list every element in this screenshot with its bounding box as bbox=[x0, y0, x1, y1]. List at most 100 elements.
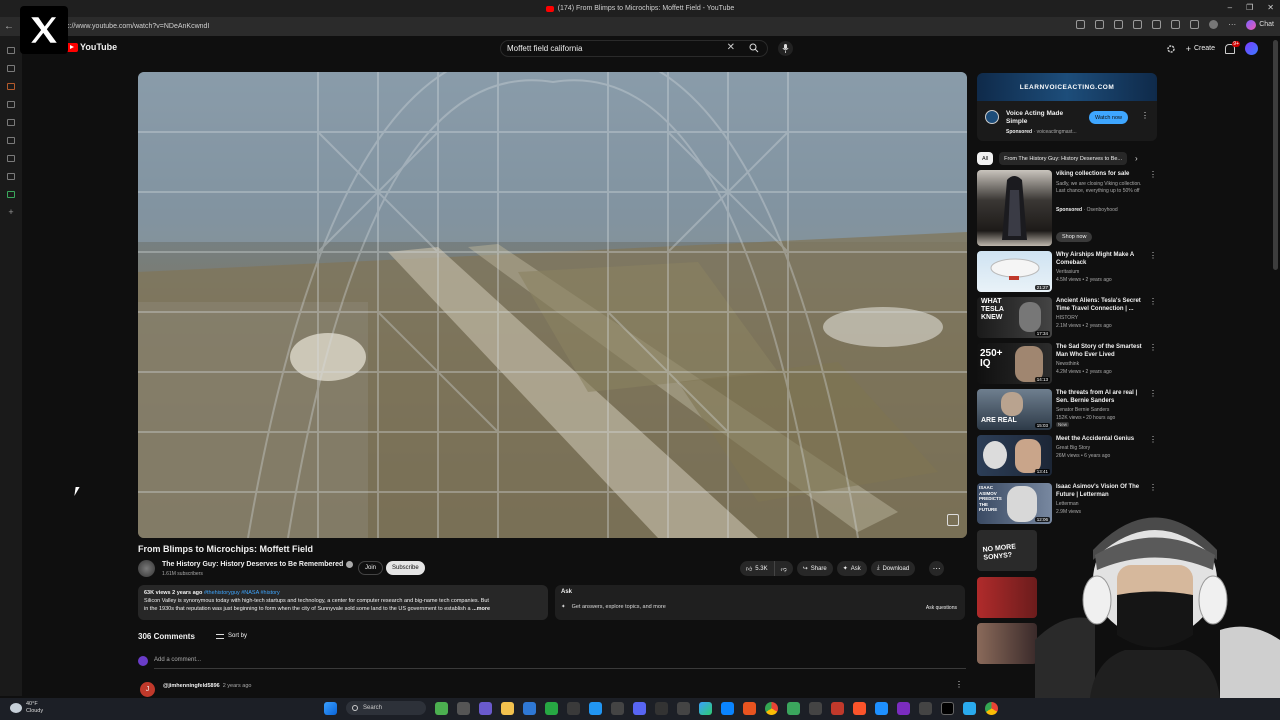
recommendation-item[interactable]: 13:41 Meet the Accidental Genius Great B… bbox=[977, 435, 1157, 479]
opera-icon[interactable] bbox=[831, 701, 844, 715]
rec-thumbnail[interactable]: WHAT TESLA KNEW 17:34 bbox=[977, 297, 1052, 338]
reader-icon[interactable] bbox=[1095, 20, 1105, 29]
app-icon[interactable] bbox=[875, 701, 888, 715]
create-button[interactable]: + Create bbox=[1186, 44, 1215, 54]
recommendation-item[interactable]: ARE REAL 15:03 The threats from AI are r… bbox=[977, 389, 1157, 433]
file-explorer-icon[interactable] bbox=[501, 701, 514, 715]
profile-icon[interactable] bbox=[1209, 20, 1219, 29]
channel-avatar[interactable] bbox=[138, 560, 155, 577]
rec-channel[interactable]: Letterman bbox=[1056, 501, 1079, 507]
download-button[interactable]: ⤓ Download bbox=[870, 561, 916, 576]
rec-channel[interactable]: Veritasium bbox=[1056, 269, 1079, 275]
app-icon[interactable] bbox=[1076, 20, 1086, 29]
copilot-chat-button[interactable]: Chat bbox=[1246, 19, 1274, 30]
rec-title[interactable]: Isaac Asimov's Vision Of The Future | Le… bbox=[1056, 483, 1144, 499]
rec-thumbnail[interactable]: NO MORE SONYS? bbox=[977, 530, 1037, 571]
rec-title[interactable]: Why Airships Might Make A Comeback bbox=[1056, 251, 1144, 267]
commenter-avatar[interactable]: J bbox=[140, 682, 155, 697]
chrome-icon[interactable] bbox=[985, 701, 998, 715]
teams-icon[interactable] bbox=[479, 701, 492, 715]
edge-icon[interactable] bbox=[699, 701, 712, 715]
recommendation-item[interactable] bbox=[977, 623, 1037, 667]
sponsored-ad[interactable]: LEARNVOICEACTING.COM Voice Acting Made S… bbox=[977, 73, 1157, 141]
rec-channel[interactable]: Great Big Story bbox=[1056, 445, 1090, 451]
ask-button[interactable]: ✦ Ask bbox=[836, 561, 867, 576]
x-app-icon[interactable] bbox=[941, 701, 954, 715]
ad-banner[interactable]: LEARNVOICEACTING.COM bbox=[977, 73, 1157, 101]
show-more-link[interactable]: ...more bbox=[472, 606, 490, 612]
account-avatar[interactable] bbox=[1245, 42, 1258, 55]
sidebar-app-icon[interactable] bbox=[7, 137, 15, 144]
voice-search-button[interactable] bbox=[778, 41, 793, 56]
ask-questions-button[interactable]: Ask questions bbox=[926, 605, 957, 611]
youtube-logo[interactable]: YouTube bbox=[66, 42, 117, 52]
rec-title[interactable]: The Sad Story of the Smartest Man Who Ev… bbox=[1056, 343, 1144, 359]
maximize-button[interactable]: ❐ bbox=[1246, 3, 1253, 12]
pin-icon[interactable] bbox=[1171, 20, 1181, 29]
app-icon[interactable] bbox=[787, 701, 800, 715]
recommendation-item[interactable]: 250+ IQ 14:13 The Sad Story of the Smart… bbox=[977, 343, 1157, 387]
sidebar-app-icon[interactable] bbox=[7, 65, 15, 72]
rec-thumbnail[interactable]: 13:41 bbox=[977, 435, 1052, 476]
clear-search-icon[interactable]: ✕ bbox=[727, 42, 735, 53]
video-player[interactable] bbox=[138, 72, 967, 538]
tabs-icon[interactable] bbox=[7, 47, 15, 54]
ad-title[interactable]: Voice Acting Made Simple bbox=[1006, 110, 1086, 126]
rec-thumbnail[interactable] bbox=[977, 577, 1037, 618]
gear-icon[interactable] bbox=[1166, 44, 1176, 54]
share-button[interactable]: ↪ Share bbox=[796, 561, 833, 576]
search-icon[interactable] bbox=[749, 43, 759, 53]
channel-name[interactable]: The History Guy: History Deserves to Be … bbox=[162, 561, 354, 568]
minimize-button[interactable]: – bbox=[1228, 3, 1232, 12]
rec-options-icon[interactable]: ⋮ bbox=[1149, 297, 1157, 306]
sidebar-app-icon[interactable] bbox=[7, 119, 15, 126]
rec-thumbnail[interactable]: 21:27 bbox=[977, 251, 1052, 292]
rec-options-icon[interactable]: ⋮ bbox=[1149, 435, 1157, 444]
sidebar-app-icon[interactable] bbox=[7, 173, 15, 180]
captions-icon[interactable] bbox=[947, 514, 959, 526]
rec-title[interactable]: viking collections for sale bbox=[1056, 170, 1144, 178]
comment-options-icon[interactable]: ⋮ bbox=[955, 680, 963, 689]
recommendation-item[interactable]: 21:27 Why Airships Might Make A Comeback… bbox=[977, 251, 1157, 295]
recommendation-item[interactable]: NO MORE SONYS? bbox=[977, 530, 1037, 574]
start-windows-icon[interactable] bbox=[324, 701, 337, 715]
telegram-icon[interactable] bbox=[963, 701, 976, 715]
chrome-icon[interactable] bbox=[765, 701, 778, 715]
app-icon[interactable] bbox=[567, 701, 580, 715]
like-button[interactable]: 👍︎ 5.3K bbox=[740, 561, 775, 576]
app-icon[interactable] bbox=[611, 701, 624, 715]
comment-author[interactable]: @jimhenningfeld5896 2 years ago bbox=[163, 683, 251, 689]
app-icon[interactable] bbox=[655, 701, 668, 715]
close-window-button[interactable]: ✕ bbox=[1267, 3, 1274, 12]
app-icon[interactable] bbox=[677, 701, 690, 715]
rec-title[interactable]: The threats from AI are real | Sen. Bern… bbox=[1056, 389, 1144, 405]
app-icon[interactable] bbox=[589, 701, 602, 715]
sidebar-app-icon[interactable] bbox=[7, 155, 15, 162]
rec-options-icon[interactable]: ⋮ bbox=[1149, 170, 1157, 179]
favorites-icon[interactable] bbox=[1190, 20, 1200, 29]
rec-thumbnail[interactable] bbox=[977, 170, 1052, 246]
rec-channel[interactable]: Newsthink bbox=[1056, 361, 1079, 367]
shop-now-button[interactable]: Shop now bbox=[1056, 232, 1093, 242]
task-view-icon[interactable] bbox=[457, 701, 470, 715]
app-icon[interactable] bbox=[721, 701, 734, 715]
chip-from-channel[interactable]: From The History Guy: History Deserves t… bbox=[999, 152, 1127, 165]
rec-options-icon[interactable]: ⋮ bbox=[1149, 389, 1157, 398]
back-arrow-icon[interactable]: ← bbox=[0, 21, 18, 32]
page-scrollbar[interactable] bbox=[1273, 40, 1278, 270]
rec-thumbnail[interactable]: ARE REAL 15:03 bbox=[977, 389, 1052, 430]
zoom-icon[interactable] bbox=[1114, 20, 1124, 29]
rec-thumbnail[interactable] bbox=[977, 623, 1037, 664]
sort-comments-button[interactable]: Sort by bbox=[216, 633, 247, 639]
add-comment-input[interactable]: Add a comment... bbox=[154, 657, 201, 663]
rec-options-icon[interactable]: ⋮ bbox=[1149, 483, 1157, 492]
rec-options-icon[interactable]: ⋮ bbox=[1149, 343, 1157, 352]
rec-thumbnail[interactable]: 250+ IQ 14:13 bbox=[977, 343, 1052, 384]
more-actions-icon[interactable]: ⋯ bbox=[929, 561, 945, 576]
app-icon[interactable] bbox=[743, 701, 756, 715]
ad-options-icon[interactable]: ⋮ bbox=[1141, 111, 1149, 120]
sidebar-app-icon[interactable] bbox=[7, 191, 15, 198]
tab-title[interactable]: (174) From Blimps to Microchips: Moffett… bbox=[558, 5, 735, 12]
hashtags[interactable]: #thehistoryguy #NASA #history bbox=[204, 590, 280, 596]
app-icon[interactable] bbox=[919, 701, 932, 715]
